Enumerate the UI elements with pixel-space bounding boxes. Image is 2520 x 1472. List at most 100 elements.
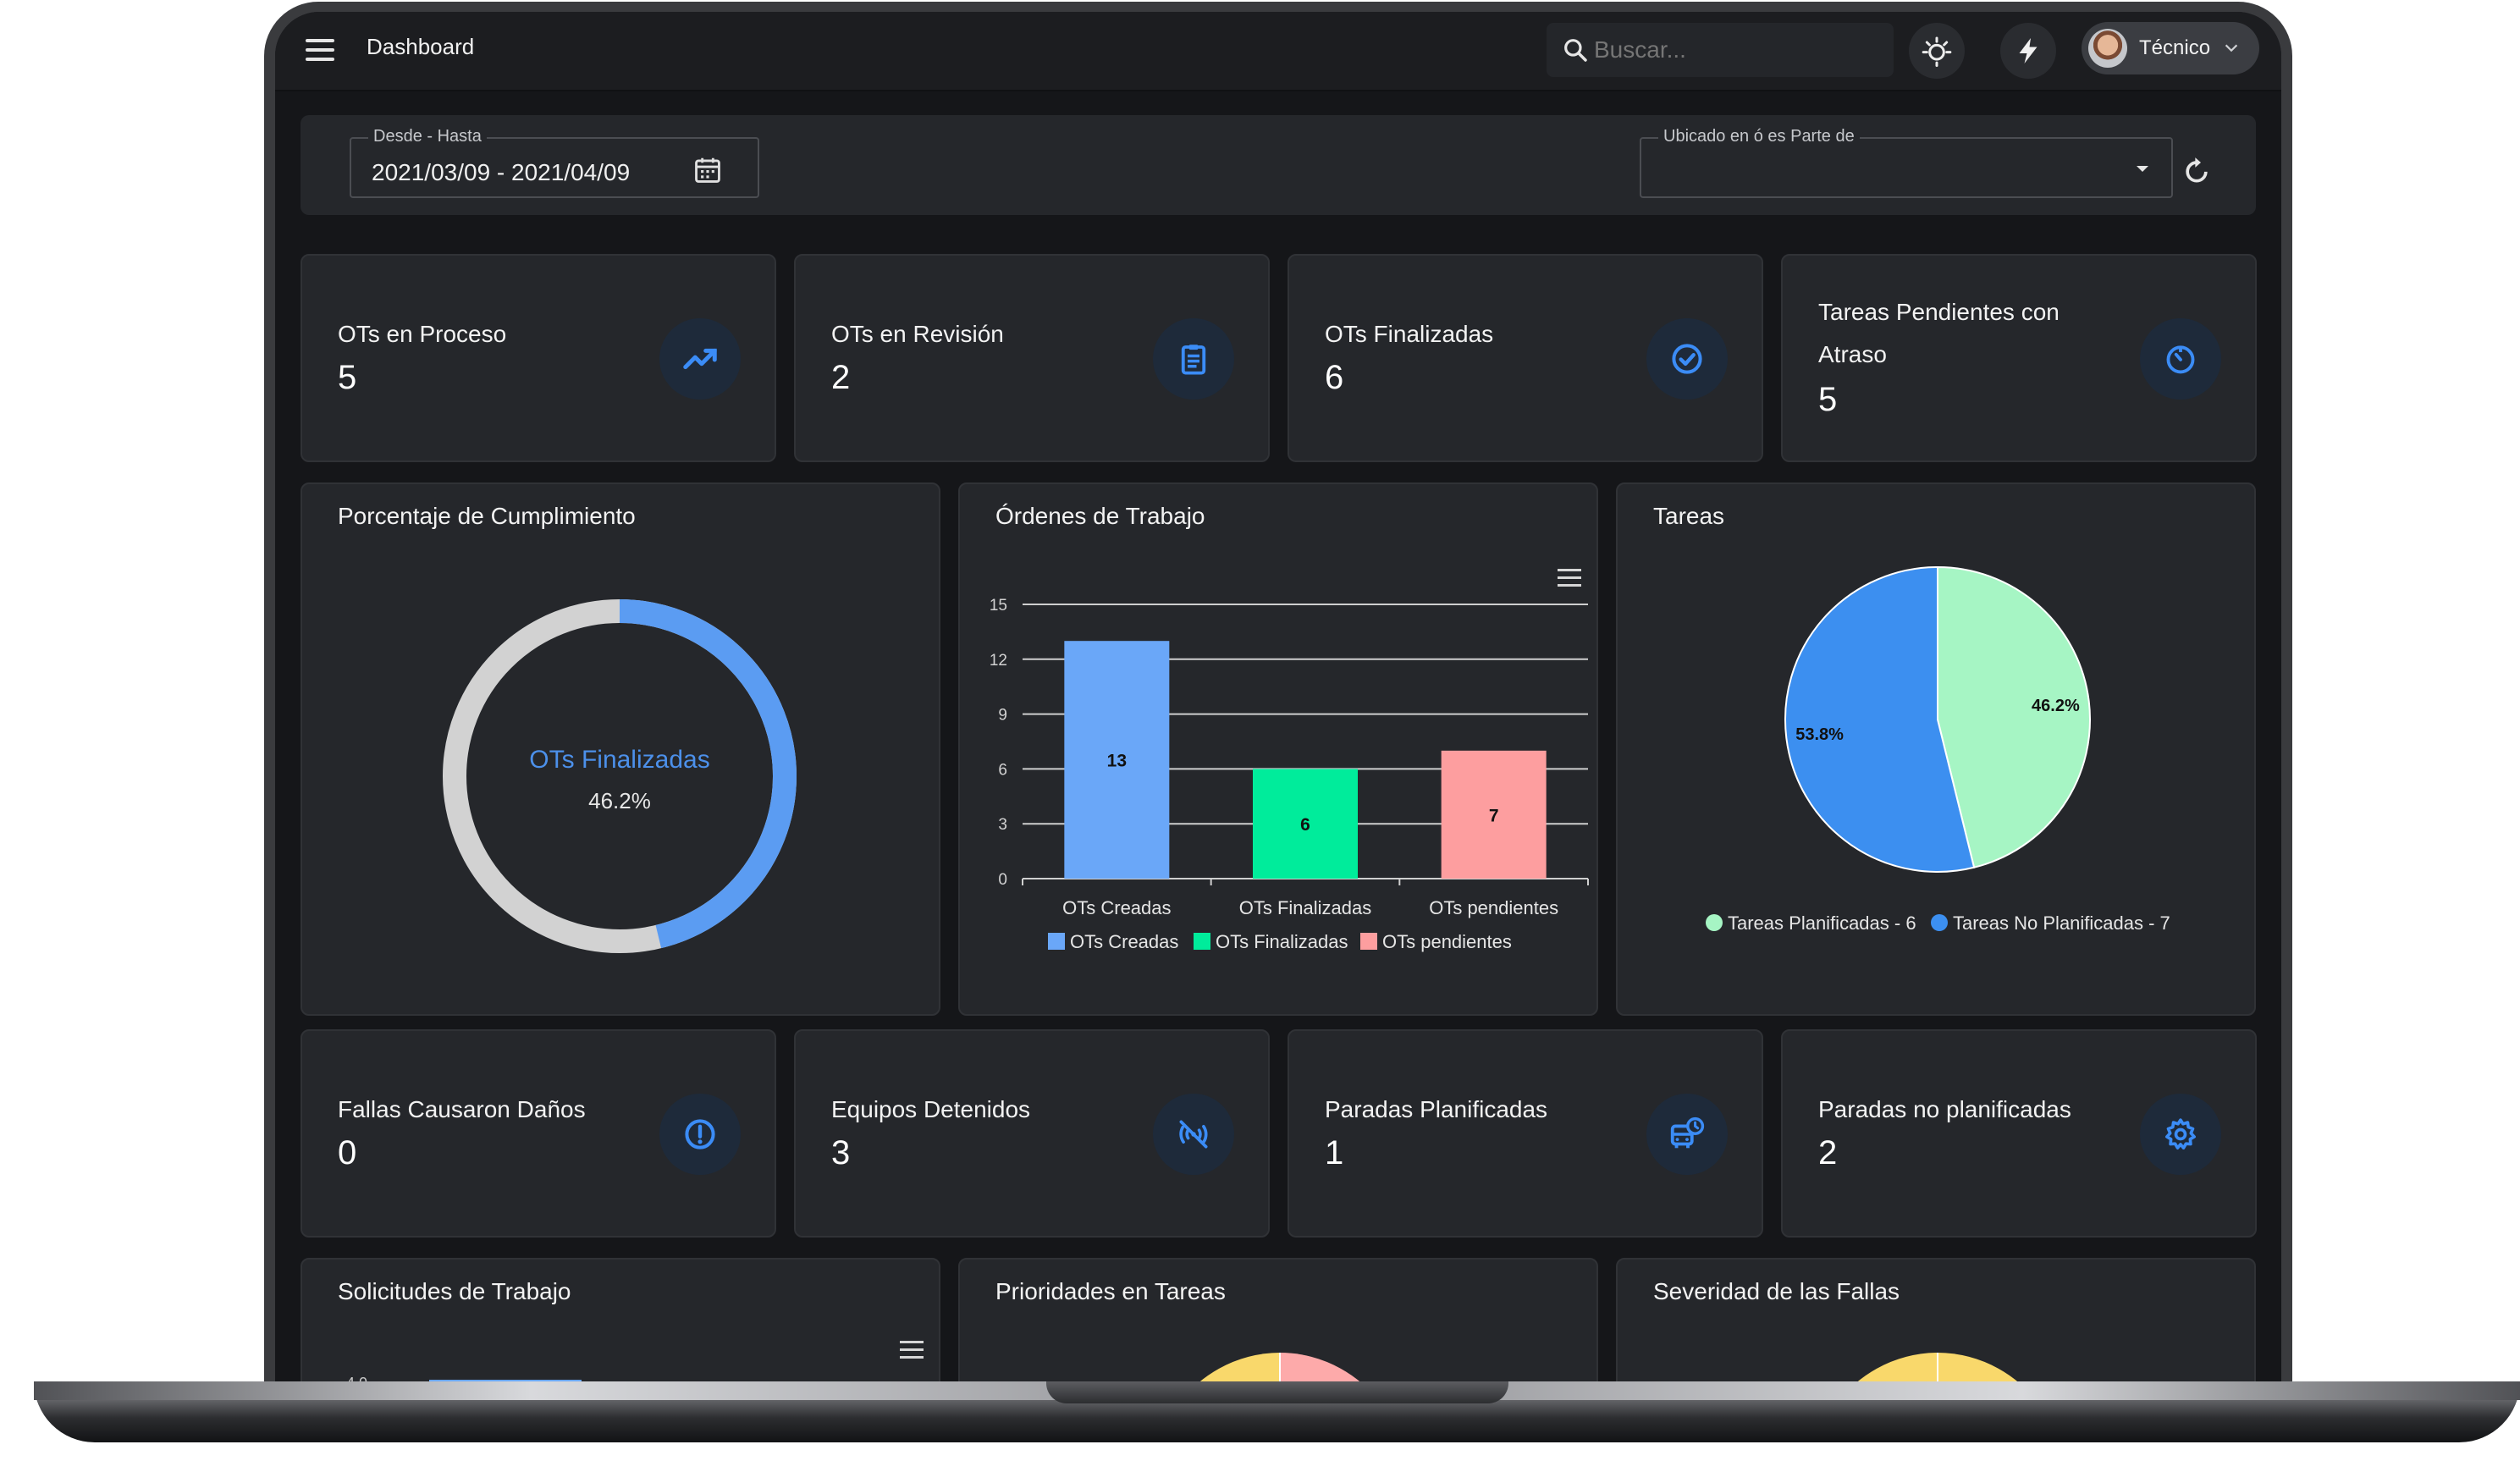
stat-card-equipos-detenidos[interactable]: Equipos Detenidos 3	[794, 1029, 1270, 1238]
brightness-icon	[1922, 36, 1952, 67]
avatar	[2088, 29, 2127, 68]
bar-data-label: 13	[1107, 752, 1127, 771]
stat-title: Equipos Detenidos	[831, 1096, 1031, 1122]
clipboard-list-icon	[1181, 345, 1206, 375]
panel-severidad-fallas: Severidad de las Fallas	[1616, 1258, 2256, 1383]
dropdown-arrow-icon	[2137, 166, 2148, 172]
y-tick-label: 9	[998, 707, 1007, 725]
pie-slice[interactable]	[1173, 1353, 1280, 1383]
stat-value: 2	[1818, 1134, 1838, 1172]
date-range-value: 2021/03/09 - 2021/04/09	[372, 159, 631, 185]
stat-icon-wrapper	[2140, 318, 2221, 400]
search-icon	[1564, 39, 1587, 62]
stat-title-line-2: Atraso	[1818, 341, 1887, 367]
legend-swatch	[1048, 933, 1065, 950]
stat-title: Paradas Planificadas	[1325, 1096, 1548, 1122]
pie-chart: 46.2% 53.8% Tareas Planificadas - 6 Tareas …	[1706, 565, 2170, 934]
legend-label[interactable]: OTs Creadas	[1070, 931, 1178, 952]
alert-circle-icon	[685, 1119, 715, 1149]
stat-card-ots-en-revision[interactable]: OTs en Revisión 2	[794, 254, 1270, 462]
legend-swatch	[1194, 933, 1210, 950]
stat-value: 1	[1325, 1134, 1344, 1172]
stat-icon-wrapper	[1646, 1094, 1728, 1175]
pie-data-label: 53.8%	[1795, 725, 1844, 744]
lightning-icon	[2019, 38, 2038, 63]
legend-swatch	[1706, 914, 1723, 931]
user-name: Técnico	[2139, 36, 2211, 59]
search-box[interactable]	[1547, 23, 1894, 77]
trending-up-icon	[683, 348, 717, 370]
stat-card-ots-finalizadas[interactable]: OTs Finalizadas 6	[1288, 254, 1763, 462]
stat-icon-wrapper	[1153, 1094, 1234, 1175]
menu-icon[interactable]	[306, 39, 334, 64]
legend-label[interactable]: OTs pendientes	[1382, 931, 1512, 952]
donut-center-label: OTs Finalizadas	[529, 746, 709, 774]
pie-data-label: 46.2%	[2032, 697, 2080, 715]
panel-cumplimiento: Porcentaje de Cumplimiento OTs Finalizad…	[301, 482, 940, 1016]
bus-clock-icon	[1670, 1116, 1705, 1149]
stat-icon-wrapper	[659, 1094, 741, 1175]
stat-title: OTs en Proceso	[338, 321, 507, 347]
location-select[interactable]: Ubicado en ó es Parte de	[1640, 127, 2173, 198]
stat-card-tareas-pendientes-atraso[interactable]: Tareas Pendientes con Atraso 5	[1781, 254, 2257, 462]
bar-data-label: 7	[1489, 806, 1499, 825]
y-tick-label: 3	[998, 816, 1007, 834]
solicitudes-chart: 4.0	[346, 1375, 924, 1383]
panel-title: Porcentaje de Cumplimiento	[338, 503, 636, 529]
stat-value: 5	[1818, 381, 1838, 418]
date-range-field[interactable]: Desde - Hasta 2021/03/09 - 2021/04/09	[350, 127, 759, 198]
location-label: Ubicado en ó es Parte de	[1658, 127, 1860, 146]
donut-center-value: 46.2%	[588, 788, 651, 813]
legend-label[interactable]: Tareas No Planificadas - 7	[1953, 912, 2170, 934]
bar-chart: 0 3 6 9 12 15 13 OTs Creadas 6 OTs Finalizadas 7 OT…	[990, 597, 1589, 952]
calendar-icon[interactable]	[692, 154, 724, 186]
screen: Dashboard Técnico Desde - Hasta 2021/03/…	[275, 12, 2281, 1383]
legend-swatch	[1931, 914, 1948, 931]
quick-action-button[interactable]	[2000, 23, 2056, 79]
y-tick-label: 0	[998, 871, 1007, 889]
x-tick-label: OTs Creadas	[1062, 897, 1171, 918]
stat-icon-wrapper	[659, 318, 741, 400]
stat-card-fallas-danos[interactable]: Fallas Causaron Daños 0	[301, 1029, 776, 1238]
legend-swatch	[1360, 933, 1377, 950]
stat-icon-wrapper	[1646, 318, 1728, 400]
stat-icon-wrapper	[2140, 1094, 2221, 1175]
donut-chart: OTs Finalizadas 46.2%	[443, 599, 797, 953]
stat-value: 3	[831, 1134, 851, 1172]
laptop-notch	[1046, 1381, 1508, 1403]
y-tick-label: 12	[990, 652, 1007, 670]
panel-solicitudes-trabajo: Solicitudes de Trabajo 4.0	[301, 1258, 940, 1383]
stat-title: OTs Finalizadas	[1325, 321, 1494, 347]
pie-slice[interactable]	[1280, 1353, 1387, 1383]
stat-value: 0	[338, 1134, 357, 1172]
panel-ordenes-trabajo: Órdenes de Trabajo 0 3 6 9 12 15 13 OTs Creadas…	[958, 482, 1598, 1016]
stat-card-paradas-no-planificadas[interactable]: Paradas no planificadas 2	[1781, 1029, 2257, 1238]
stat-title: OTs en Revisión	[831, 321, 1004, 347]
top-app-bar: Dashboard Técnico	[275, 12, 2281, 91]
date-range-label: Desde - Hasta	[368, 127, 487, 146]
y-tick-label: 15	[990, 597, 1007, 615]
y-tick-label: 6	[998, 761, 1007, 779]
x-tick-label: OTs pendientes	[1429, 897, 1558, 918]
stat-title: Fallas Causaron Daños	[338, 1096, 586, 1122]
refresh-icon[interactable]	[2180, 154, 2214, 188]
severidad-chart	[1856, 1353, 2020, 1383]
filter-bar: Desde - Hasta 2021/03/09 - 2021/04/09 Ub…	[301, 115, 2256, 215]
search-input[interactable]	[1594, 33, 1882, 67]
user-menu[interactable]: Técnico	[2082, 22, 2259, 74]
x-tick-label: OTs Finalizadas	[1239, 897, 1372, 918]
theme-toggle-button[interactable]	[1909, 23, 1965, 79]
stat-title: Paradas no planificadas	[1818, 1096, 2071, 1122]
bar-data-label: 6	[1300, 815, 1310, 835]
page-title: Dashboard	[367, 34, 475, 59]
legend-label[interactable]: OTs Finalizadas	[1216, 931, 1348, 952]
signal-off-icon	[1179, 1120, 1208, 1149]
cog-icon	[2165, 1118, 2196, 1149]
check-circle-icon	[1672, 344, 1702, 374]
timer-icon	[2166, 345, 2195, 374]
stat-value: 2	[831, 359, 851, 396]
stat-icon-wrapper	[1153, 318, 1234, 400]
stat-card-paradas-planificadas[interactable]: Paradas Planificadas 1	[1288, 1029, 1763, 1238]
legend-label[interactable]: Tareas Planificadas - 6	[1728, 912, 1916, 934]
stat-card-ots-en-proceso[interactable]: OTs en Proceso 5	[301, 254, 776, 462]
